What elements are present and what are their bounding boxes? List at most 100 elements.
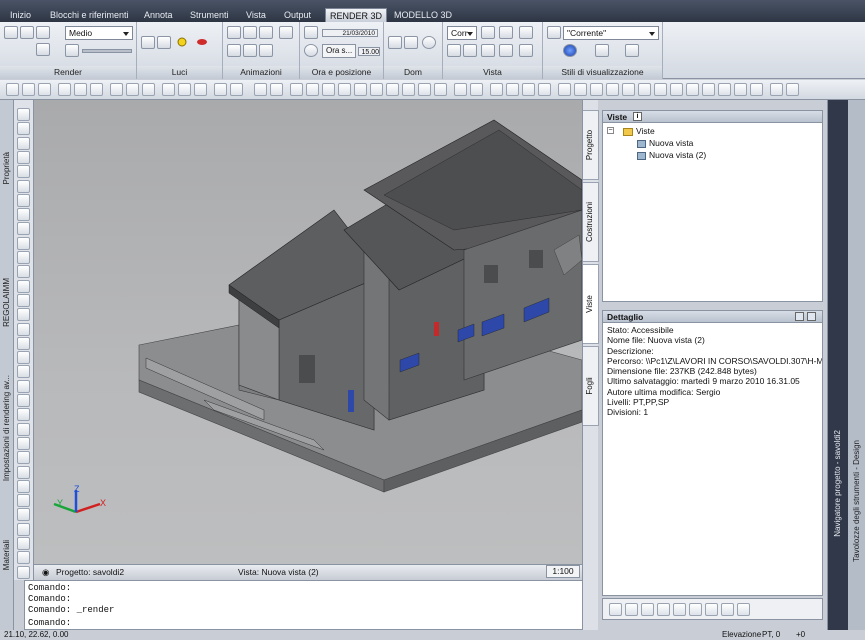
toolbar-button[interactable] xyxy=(22,83,35,96)
draw-tool-button[interactable] xyxy=(17,108,30,121)
navigator-tool-button[interactable] xyxy=(689,603,702,616)
draw-tool-button[interactable] xyxy=(17,451,30,465)
view-cube-icon[interactable] xyxy=(481,26,495,39)
time-value[interactable]: 15.00 xyxy=(358,47,380,56)
toolbar-button[interactable] xyxy=(322,83,335,96)
draw-tool-button[interactable] xyxy=(17,465,30,479)
camera-icon[interactable] xyxy=(499,26,513,39)
navigator-tool-button[interactable] xyxy=(609,603,622,616)
tab-annota[interactable]: Annota xyxy=(140,8,177,22)
scale-select[interactable]: 1:100 xyxy=(546,565,580,578)
draw-tool-button[interactable] xyxy=(17,279,30,293)
tab-vista[interactable]: Vista xyxy=(242,8,270,22)
toolbar-button[interactable] xyxy=(386,83,399,96)
walk-icon[interactable] xyxy=(279,26,293,39)
preview-icon[interactable] xyxy=(807,312,816,321)
shadow-icon[interactable] xyxy=(625,44,639,57)
bulb-icon[interactable] xyxy=(175,36,189,49)
draw-tool-button[interactable] xyxy=(17,379,30,393)
toolbar-button[interactable] xyxy=(750,83,763,96)
draw-tool-button[interactable] xyxy=(17,136,30,150)
draw-tool-button[interactable] xyxy=(17,394,30,407)
render-window-icon[interactable] xyxy=(36,26,50,39)
toolbar-button[interactable] xyxy=(622,83,635,96)
draw-tool-button[interactable] xyxy=(17,351,30,365)
navigator-tool-button[interactable] xyxy=(721,603,734,616)
play-icon[interactable] xyxy=(243,26,257,39)
visual-style-select[interactable]: "Corrente" xyxy=(563,26,659,40)
draw-tool-button[interactable] xyxy=(17,236,30,250)
draw-tool-button[interactable] xyxy=(17,365,30,379)
draw-tool-button[interactable] xyxy=(17,222,30,236)
draw-tool-button[interactable] xyxy=(17,150,30,164)
toolbar-button[interactable] xyxy=(654,83,667,96)
nav-tab-fogli[interactable]: Fogli xyxy=(583,346,599,426)
tab-blocchi[interactable]: Blocchi e riferimenti xyxy=(46,8,133,22)
draw-tool-button[interactable] xyxy=(17,565,30,579)
pause-icon[interactable] xyxy=(243,44,257,57)
toolbar-button[interactable] xyxy=(142,83,155,96)
toolbar-button[interactable] xyxy=(418,83,431,96)
navigator-tool-button[interactable] xyxy=(673,603,686,616)
draw-tool-button[interactable] xyxy=(17,479,30,493)
toolbar-button[interactable] xyxy=(6,83,19,96)
spotlight-icon[interactable] xyxy=(195,36,209,49)
tab-proprieta[interactable]: Proprietà xyxy=(2,152,11,184)
render-quality-select[interactable]: Medio xyxy=(65,26,133,40)
exposure-slider[interactable] xyxy=(82,49,132,53)
toolbar-button[interactable] xyxy=(718,83,731,96)
draw-tool-button[interactable] xyxy=(17,508,30,522)
draw-tool-button[interactable] xyxy=(17,122,30,136)
pan-icon[interactable] xyxy=(519,26,533,39)
toolbar-button[interactable] xyxy=(786,83,799,96)
toolbar-button[interactable] xyxy=(638,83,651,96)
date-slider[interactable]: 21/03/2010 xyxy=(322,29,378,37)
date-icon[interactable] xyxy=(304,26,318,39)
toolbar-button[interactable] xyxy=(590,83,603,96)
toolbar-button[interactable] xyxy=(490,83,503,96)
teapot-icon[interactable] xyxy=(4,26,18,39)
clock-icon[interactable] xyxy=(304,44,318,57)
tab-regolaimm[interactable]: REGOLAIMM xyxy=(2,278,11,327)
record-icon[interactable] xyxy=(227,44,241,57)
draw-tool-button[interactable] xyxy=(17,179,30,193)
toolbar-button[interactable] xyxy=(178,83,191,96)
toolbar-button[interactable] xyxy=(38,83,51,96)
navigator-tool-button[interactable] xyxy=(705,603,718,616)
navigator-tool-button[interactable] xyxy=(737,603,750,616)
details-view-icon[interactable] xyxy=(795,312,804,321)
toolbar-button[interactable] xyxy=(126,83,139,96)
toolbar-button[interactable] xyxy=(606,83,619,96)
toolbar-button[interactable] xyxy=(74,83,87,96)
nav-tab-viste[interactable]: Viste xyxy=(583,264,599,344)
toolbar-button[interactable] xyxy=(290,83,303,96)
grid-icon[interactable] xyxy=(499,44,513,57)
tab-output[interactable]: Output xyxy=(280,8,315,22)
navigator-tool-button[interactable] xyxy=(657,603,670,616)
film-icon[interactable] xyxy=(227,26,241,39)
draw-tool-button[interactable] xyxy=(17,251,30,264)
tool-palettes-title[interactable]: Tavolozze degli strumenti - Design xyxy=(852,440,861,562)
toolbar-button[interactable] xyxy=(470,83,483,96)
tree-item[interactable]: Nuova vista (2) xyxy=(607,149,818,161)
draw-tool-button[interactable] xyxy=(17,408,30,422)
toolbar-button[interactable] xyxy=(354,83,367,96)
toolbar-button[interactable] xyxy=(90,83,103,96)
toolbar-button[interactable] xyxy=(770,83,783,96)
draw-tool-button[interactable] xyxy=(17,208,30,222)
sky-settings-icon[interactable] xyxy=(422,36,436,49)
toolbar-button[interactable] xyxy=(522,83,535,96)
lights-icon[interactable] xyxy=(141,36,155,49)
stop-icon[interactable] xyxy=(259,26,273,39)
visual-style-icon[interactable] xyxy=(547,26,561,39)
collapse-icon[interactable]: − xyxy=(607,127,614,134)
nav-tab-progetto[interactable]: Progetto xyxy=(583,110,599,180)
draw-tool-button[interactable] xyxy=(17,494,30,508)
toolbar-button[interactable] xyxy=(254,83,267,96)
toolbar-button[interactable] xyxy=(734,83,747,96)
nav-tab-costruzioni[interactable]: Costruzioni xyxy=(583,182,599,262)
tab-impostazioni-rendering[interactable]: Impostazioni di rendering av... xyxy=(2,375,11,481)
orbit-icon[interactable] xyxy=(481,44,495,57)
tab-render-3d[interactable]: RENDER 3D xyxy=(325,8,388,22)
time-button[interactable]: Ora s... xyxy=(322,44,356,58)
